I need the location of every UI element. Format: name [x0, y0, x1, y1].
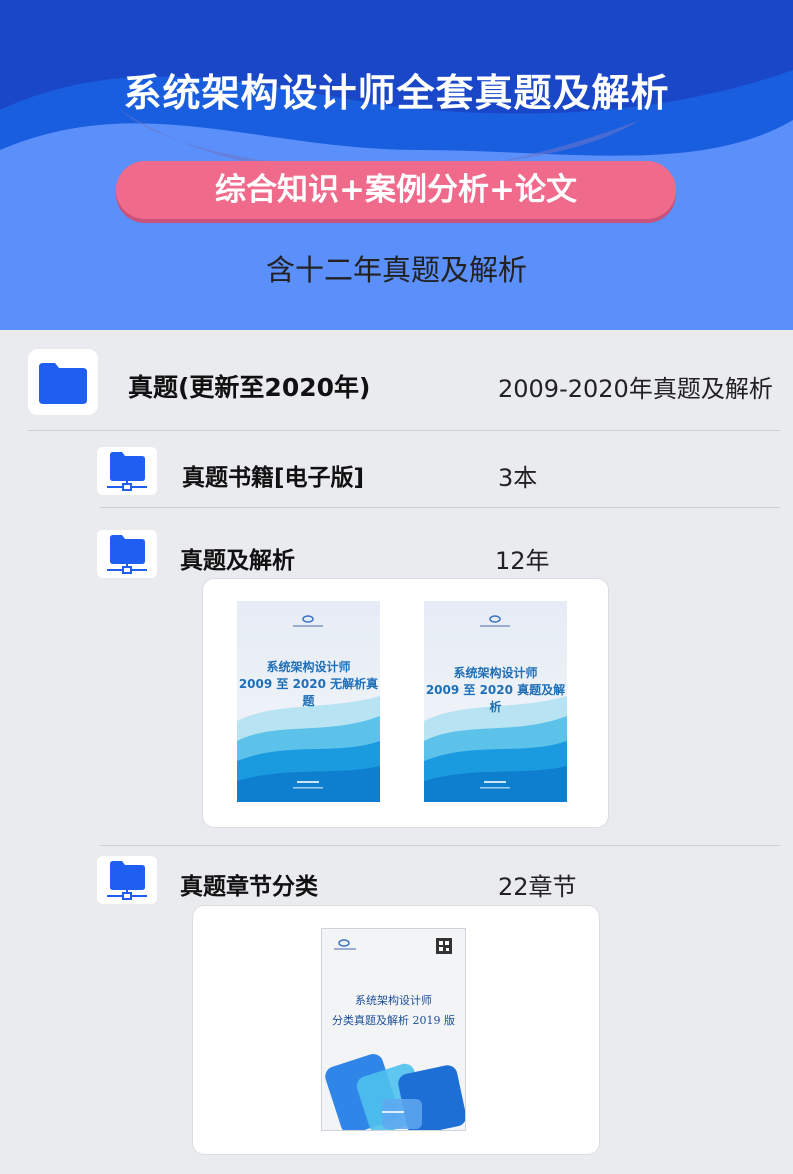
book-title-line: 2009 至 2020 无解析真题 — [238, 677, 379, 708]
section-title-main: 真题(更新至2020年) — [128, 373, 371, 402]
book-cover[interactable]: 系统架构设计师 分类真题及解析 2019 版 — [321, 928, 466, 1131]
header-banner: 系统架构设计师全套真题及解析 综合知识+案例分析+论文 含十二年真题及解析 — [0, 0, 793, 330]
section-value-chapters: 22章节 — [498, 873, 577, 901]
book-preview-card: 系统架构设计师 分类真题及解析 2019 版 — [192, 905, 600, 1155]
section-title-analysis: 真题及解析 — [180, 548, 295, 574]
header-subtitle: 含十二年真题及解析 — [265, 253, 527, 287]
book-preview-card: 系统架构设计师 2009 至 2020 无解析真题 系统架构设计师 2009 至… — [202, 578, 609, 828]
divider — [28, 430, 780, 431]
book-title-line: 系统架构设计师 — [355, 994, 432, 1007]
section-value-books: 3本 — [498, 464, 538, 492]
section-value-main: 2009-2020年真题及解析 — [498, 375, 773, 403]
section-value-analysis: 12年 — [495, 547, 550, 575]
section-title-books: 真题书籍[电子版] — [182, 465, 365, 491]
book-cover[interactable]: 系统架构设计师 2009 至 2020 真题及解析 — [424, 601, 567, 802]
divider — [100, 845, 780, 846]
divider — [100, 507, 780, 508]
book-title-line: 分类真题及解析 2019 版 — [332, 1014, 455, 1027]
section-title-chapters: 真题章节分类 — [180, 874, 318, 900]
book-title-line: 2009 至 2020 真题及解析 — [425, 683, 566, 714]
subject-pill-banner: 综合知识+案例分析+论文 — [116, 161, 676, 219]
network-folder-icon — [97, 447, 157, 495]
book-cover[interactable]: 系统架构设计师 2009 至 2020 无解析真题 — [237, 601, 380, 802]
page-title: 系统架构设计师全套真题及解析 — [123, 71, 670, 115]
book-title-line: 系统架构设计师 — [453, 666, 538, 680]
network-folder-icon — [97, 530, 157, 578]
book-title-line: 系统架构设计师 — [266, 660, 351, 674]
network-folder-icon — [97, 856, 157, 904]
folder-icon — [28, 349, 98, 415]
